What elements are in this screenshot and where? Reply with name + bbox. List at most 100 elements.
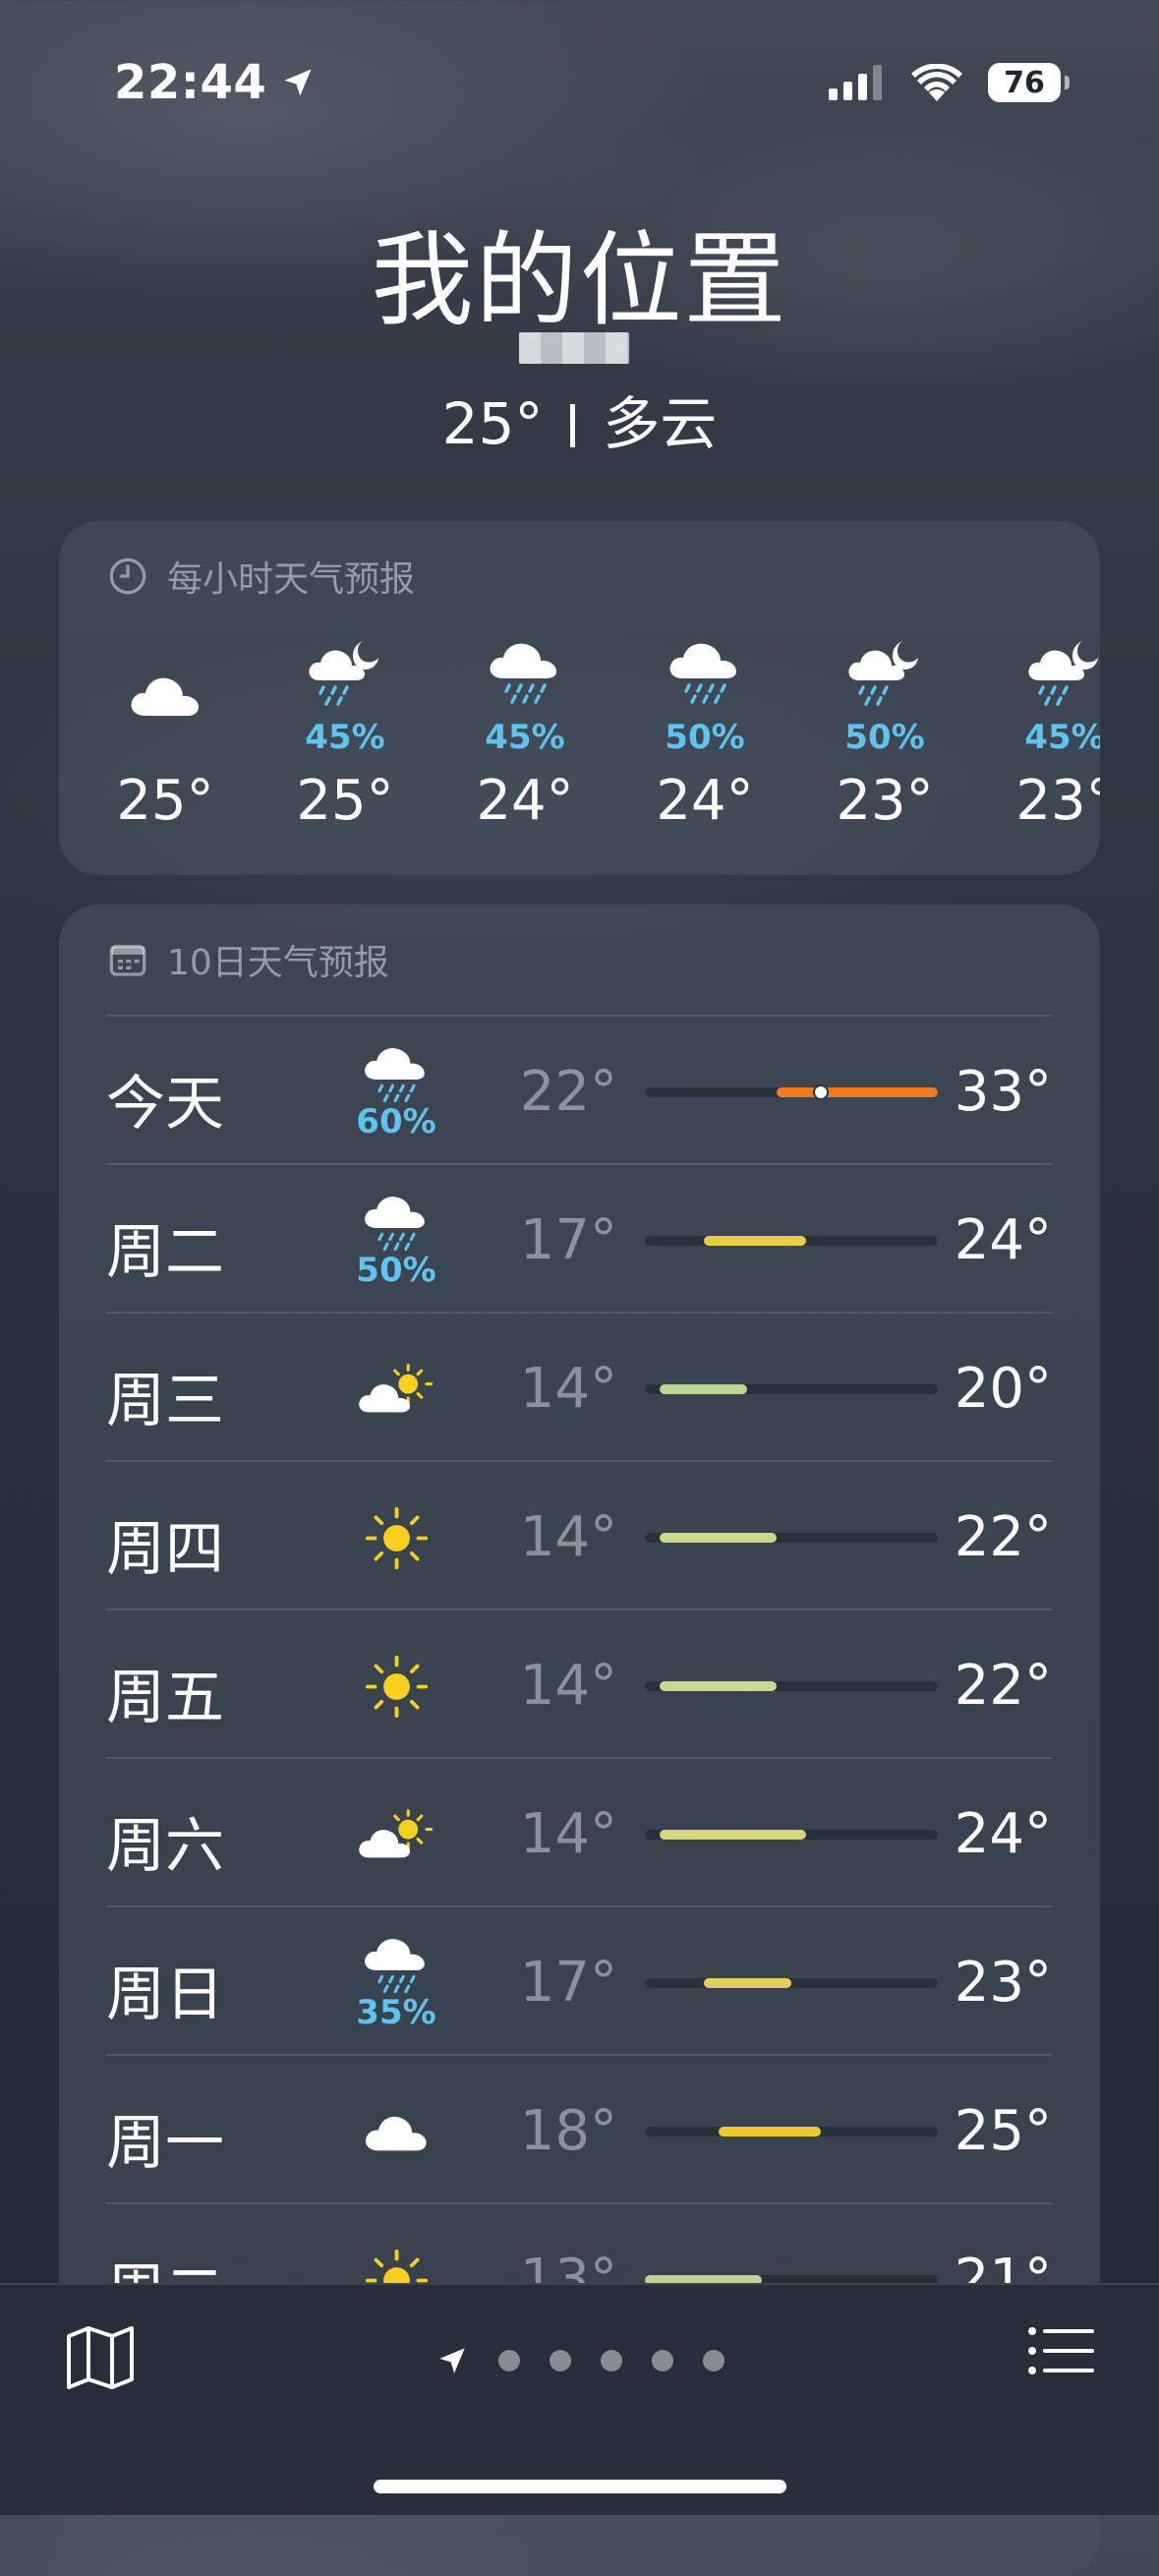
cloud-icon [361, 2110, 432, 2154]
hourly-forecast-header: 每小时天气预报 [108, 551, 415, 602]
temp-range-bar [703, 1236, 806, 1246]
temp-range-track [645, 1236, 938, 1246]
daily-day: 周六 [106, 1812, 224, 1881]
temp-range-track [645, 1084, 938, 1100]
daily-day: 周日 [106, 1961, 224, 2029]
temp-range-bar [703, 1978, 791, 1988]
daily-high-temp: 20° [954, 1357, 1052, 1421]
moon-rain-icon [306, 639, 384, 708]
daily-high-temp: 33° [954, 1060, 1052, 1124]
cloud-rain-icon [361, 1935, 432, 1997]
temp-range-bar [659, 1533, 778, 1543]
daily-low-temp: 14° [519, 1802, 617, 1866]
daily-row[interactable]: 周日 35% 17° 23° [106, 1905, 1052, 2055]
battery-icon: 76 [988, 63, 1070, 102]
current-temperature: 25° [441, 390, 544, 457]
daily-low-temp: 17° [519, 1208, 617, 1272]
hourly-temp: 24° [656, 769, 754, 833]
status-bar-time: 22:44 [114, 55, 316, 110]
temp-range-bar [718, 2127, 821, 2137]
temp-range-track [645, 1830, 938, 1840]
hourly-precip: 45% [305, 718, 385, 757]
hourly-precip: 45% [485, 718, 565, 757]
daily-day: 周五 [106, 1664, 224, 1732]
page-indicator[interactable] [0, 2344, 1159, 2377]
temp-range-track [645, 1681, 938, 1691]
current-condition: 多云 [603, 390, 718, 457]
hourly-precip: 45% [1024, 718, 1100, 757]
page-dot[interactable] [651, 2350, 673, 2371]
hourly-item[interactable]: 50% 23° [806, 629, 963, 833]
hourly-precip: 50% [844, 718, 925, 757]
hourly-icon-wrap [266, 629, 424, 718]
daily-precip: 50% [356, 1250, 436, 1290]
bottom-toolbar [0, 2283, 1159, 2515]
temp-range-track [645, 1533, 938, 1543]
hourly-icon-wrap [87, 629, 244, 761]
page-dot[interactable] [549, 2350, 571, 2371]
daily-day: 今天 [106, 1070, 224, 1139]
current-conditions: 25° 多云 [0, 378, 1159, 460]
hourly-item[interactable]: 45% 25° [266, 629, 424, 833]
page-dot[interactable] [702, 2350, 724, 2371]
list-icon [1028, 2327, 1094, 2374]
daily-row[interactable]: 周二 50% 17° 24° [106, 1163, 1052, 1313]
hourly-temp: 24° [476, 769, 574, 833]
daily-row[interactable]: 周六 14° 24° [106, 1757, 1052, 1906]
daily-low-temp: 14° [519, 1654, 617, 1718]
daily-low-temp: 22° [519, 1060, 617, 1124]
hourly-item[interactable]: 45% 24° [446, 629, 604, 833]
daily-icon-wrap: 50% [322, 1187, 470, 1295]
daily-precip: 60% [356, 1101, 436, 1142]
daily-forecast-title: 10日天气预报 [167, 943, 389, 983]
daily-row[interactable]: 周四 14° 22° [106, 1460, 1052, 1610]
page-dots[interactable] [497, 2350, 724, 2371]
hourly-temp: 23° [1015, 769, 1100, 833]
hourly-forecast-title: 每小时天气预报 [167, 559, 416, 600]
daily-high-temp: 22° [954, 1505, 1052, 1569]
hourly-item[interactable]: 25° [87, 629, 244, 833]
hourly-icon-wrap [626, 629, 783, 718]
daily-row[interactable]: 今天 60% 22° 33° [106, 1015, 1052, 1164]
hourly-precip: 50% [665, 718, 745, 757]
hourly-item[interactable]: 45% 23° [986, 629, 1100, 833]
location-title: 我的位置 [371, 220, 788, 340]
daily-row[interactable]: 周三 14° 20° [106, 1312, 1052, 1461]
cloud-rain-icon [486, 639, 564, 708]
hourly-item[interactable]: 50% 24° [626, 629, 783, 833]
temp-range-track [645, 1384, 938, 1394]
daily-icon-wrap [322, 2078, 470, 2186]
cloud-rain-icon [361, 1044, 432, 1106]
daily-row[interactable]: 周一 18° 25° [106, 2054, 1052, 2203]
daily-icon-wrap: 60% [322, 1038, 470, 1146]
cellular-signal-icon [829, 65, 882, 100]
daily-high-temp: 23° [954, 1951, 1052, 2015]
status-bar-indicators: 76 [829, 63, 1070, 102]
daily-forecast-header: 10日天气预报 [108, 934, 389, 985]
battery-level: 76 [1004, 65, 1045, 100]
page-dot[interactable] [600, 2350, 622, 2371]
moon-rain-icon [1025, 639, 1100, 708]
daily-row[interactable]: 周五 14° 22° [106, 1609, 1052, 1758]
location-arrow-icon[interactable] [435, 2344, 469, 2377]
wifi-icon [911, 64, 962, 101]
page-dot[interactable] [497, 2350, 520, 2371]
daily-low-temp: 17° [519, 1951, 617, 2015]
sun-icon [364, 1505, 430, 1571]
daily-low-temp: 18° [519, 2099, 617, 2163]
temp-range-bar [659, 1681, 778, 1691]
daily-high-temp: 22° [954, 1654, 1052, 1718]
hourly-forecast-card[interactable]: 每小时天气预报 25° 45% 25° 45% 24° 50% 24° 50% 23° 45% 23… [59, 521, 1100, 875]
partly-sunny-icon [357, 1363, 436, 1416]
redacted-location-name [519, 332, 629, 364]
daily-icon-wrap [322, 1335, 470, 1443]
moon-rain-icon [845, 639, 924, 708]
city-list-button[interactable] [1027, 2326, 1094, 2379]
home-indicator[interactable] [374, 2480, 786, 2493]
clock-icon [109, 557, 146, 595]
hourly-temp: 25° [116, 769, 214, 833]
partly-sunny-icon [357, 1808, 436, 1861]
separator [570, 404, 576, 447]
daily-icon-wrap: 35% [322, 1929, 470, 2037]
hourly-icon-wrap [986, 629, 1100, 718]
